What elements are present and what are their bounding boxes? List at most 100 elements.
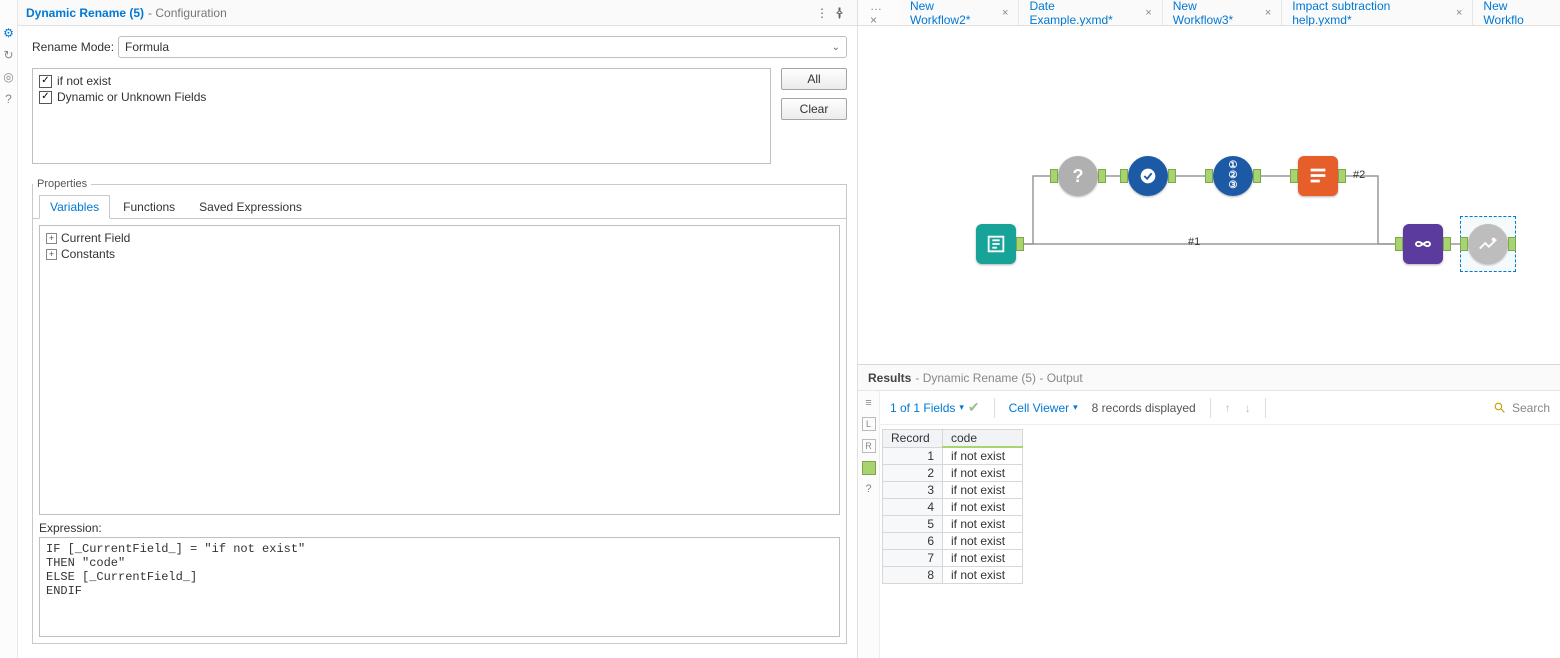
rename-mode-select[interactable]: Formula ⌄ — [118, 36, 847, 58]
results-grid[interactable]: Record code 1if not exist2if not exist3i… — [882, 429, 1023, 584]
table-row[interactable]: 3if not exist — [883, 482, 1023, 499]
conn-label: #2 — [1353, 169, 1365, 181]
pin-icon[interactable] — [831, 4, 849, 22]
anchor-out-icon[interactable] — [862, 461, 876, 475]
workflow-canvas[interactable]: ? ①②③ #2 #1 — [858, 26, 1560, 364]
rename-mode-value: Formula — [125, 40, 169, 54]
all-button[interactable]: All — [781, 68, 847, 90]
table-row[interactable]: 6if not exist — [883, 533, 1023, 550]
results-title: Results — [868, 371, 911, 385]
field-check-if-not-exist[interactable]: ✓ if not exist — [39, 73, 764, 89]
results-toolbar: 1 of 1 Fields ▾ ✔ Cell Viewer ▾ 8 record… — [880, 391, 1560, 425]
arrow-up-icon[interactable]: ↑ — [1225, 401, 1231, 415]
workflow-tab[interactable]: Date Example.yxmd*× — [1019, 0, 1162, 25]
anchor-in[interactable] — [1120, 169, 1128, 183]
anchor-out[interactable] — [1098, 169, 1106, 183]
anchor-in[interactable] — [1050, 169, 1058, 183]
expand-icon[interactable]: + — [46, 233, 57, 244]
workflow-tab[interactable]: Impact subtraction help.yxmd*× — [1282, 0, 1473, 25]
expand-icon[interactable]: + — [46, 249, 57, 260]
workflow-tab[interactable]: New Workflow3*× — [1163, 0, 1283, 25]
tree-item-constants[interactable]: + Constants — [46, 246, 833, 262]
tool-input[interactable] — [976, 224, 1016, 264]
anchor-out[interactable] — [1508, 237, 1516, 251]
workflow-tabstrip: … × New Workflow2*× Date Example.yxmd*× … — [858, 0, 1560, 26]
variables-tree[interactable]: + Current Field + Constants — [39, 225, 840, 515]
close-icon[interactable]: × — [1456, 7, 1462, 19]
kebab-icon[interactable]: ⋮ — [813, 4, 831, 22]
field-check-dynamic[interactable]: ✓ Dynamic or Unknown Fields — [39, 89, 764, 105]
close-icon[interactable]: × — [1145, 7, 1151, 19]
cell-record: 2 — [883, 465, 943, 482]
tool-summarize[interactable] — [1298, 156, 1338, 196]
tool-select[interactable] — [1128, 156, 1168, 196]
fields-list[interactable]: ✓ if not exist ✓ Dynamic or Unknown Fiel… — [32, 68, 771, 164]
records-displayed: 8 records displayed — [1092, 401, 1196, 415]
refresh-icon[interactable]: ↻ — [2, 48, 16, 62]
cell-record: 3 — [883, 482, 943, 499]
results-search[interactable]: Search — [1493, 401, 1550, 415]
target-icon[interactable]: ◎ — [2, 70, 16, 84]
tool-browse[interactable] — [1468, 224, 1508, 264]
table-row[interactable]: 8if not exist — [883, 567, 1023, 584]
properties-group: Properties Variables Functions Saved Exp… — [32, 178, 847, 644]
tool-dynamic-rename[interactable] — [1403, 224, 1443, 264]
tool-data-cleansing[interactable]: ? — [1058, 156, 1098, 196]
table-row[interactable]: 4if not exist — [883, 499, 1023, 516]
table-row[interactable]: 7if not exist — [883, 550, 1023, 567]
anchor-out[interactable] — [1253, 169, 1261, 183]
help-icon[interactable]: ? — [2, 92, 16, 106]
arrow-down-icon[interactable]: ↓ — [1245, 401, 1251, 415]
anchor-in[interactable] — [1290, 169, 1298, 183]
list-icon[interactable]: ≡ — [865, 397, 871, 409]
anchor-out[interactable] — [1338, 169, 1346, 183]
check-icon: ✔ — [968, 399, 980, 416]
chevron-down-icon: ⌄ — [832, 42, 840, 53]
left-tool-rail: ⚙ ↻ ◎ ? — [0, 0, 18, 658]
anchor-l-icon[interactable]: L — [862, 417, 876, 431]
anchor-out[interactable] — [1443, 237, 1451, 251]
config-title-suffix: - Configuration — [148, 6, 227, 20]
expression-label: Expression: — [39, 521, 840, 535]
clear-button[interactable]: Clear — [781, 98, 847, 120]
table-row[interactable]: 2if not exist — [883, 465, 1023, 482]
rename-mode-label: Rename Mode: — [32, 40, 118, 54]
anchor-out[interactable] — [1016, 237, 1024, 251]
workflow-tab[interactable]: New Workflo — [1473, 0, 1560, 25]
tab-variables[interactable]: Variables — [39, 195, 110, 219]
tab-saved-expressions[interactable]: Saved Expressions — [188, 195, 313, 219]
cell-code: if not exist — [943, 516, 1023, 533]
col-record[interactable]: Record — [883, 430, 943, 448]
workflow-tab[interactable]: New Workflow2*× — [900, 0, 1020, 25]
cell-code: if not exist — [943, 550, 1023, 567]
caret-down-icon: ▾ — [1073, 402, 1078, 413]
cell-viewer-dropdown[interactable]: Cell Viewer ▾ — [1009, 401, 1078, 415]
tab-functions[interactable]: Functions — [112, 195, 186, 219]
tab-overflow-left[interactable]: … × — [862, 0, 900, 25]
checkbox-icon[interactable]: ✓ — [39, 91, 52, 104]
caret-down-icon: ▾ — [959, 402, 964, 413]
anchor-in[interactable] — [1460, 237, 1468, 251]
table-row[interactable]: 5if not exist — [883, 516, 1023, 533]
cell-code: if not exist — [943, 499, 1023, 516]
anchor-in[interactable] — [1395, 237, 1403, 251]
help-icon[interactable]: ? — [865, 483, 871, 495]
anchor-r-icon[interactable]: R — [862, 439, 876, 453]
table-row[interactable]: 1if not exist — [883, 447, 1023, 465]
results-subtitle: - Dynamic Rename (5) - Output — [915, 371, 1082, 385]
col-code[interactable]: code — [943, 430, 1023, 448]
fields-dropdown[interactable]: 1 of 1 Fields ▾ ✔ — [890, 399, 980, 416]
anchor-out[interactable] — [1168, 169, 1176, 183]
close-icon[interactable]: × — [1002, 7, 1008, 19]
close-icon[interactable]: × — [1265, 7, 1271, 19]
tool-record-id[interactable]: ①②③ — [1213, 156, 1253, 196]
anchor-in[interactable] — [1205, 169, 1213, 183]
tree-item-current-field[interactable]: + Current Field — [46, 230, 833, 246]
cell-code: if not exist — [943, 447, 1023, 465]
gear-icon[interactable]: ⚙ — [2, 26, 16, 40]
config-panel: Dynamic Rename (5) - Configuration ⋮ Ren… — [18, 0, 858, 658]
cell-record: 5 — [883, 516, 943, 533]
expression-input[interactable]: IF [_CurrentField_] = "if not exist" THE… — [39, 537, 840, 637]
cell-record: 8 — [883, 567, 943, 584]
checkbox-icon[interactable]: ✓ — [39, 75, 52, 88]
